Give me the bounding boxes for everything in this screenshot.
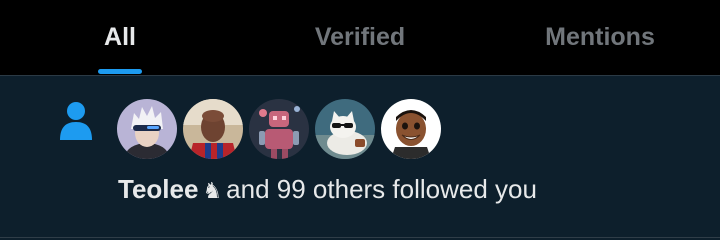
follow-notification[interactable] bbox=[0, 76, 720, 237]
row-divider bbox=[0, 237, 720, 238]
follower-avatar-1[interactable] bbox=[117, 99, 177, 159]
chess-knight-icon: ♞ bbox=[202, 178, 223, 203]
follower-avatar-5[interactable] bbox=[381, 99, 441, 159]
follower-avatar-4[interactable] bbox=[315, 99, 375, 159]
person-icon bbox=[60, 102, 92, 140]
active-tab-indicator bbox=[98, 69, 142, 74]
follower-name[interactable]: Teolee bbox=[118, 174, 198, 204]
tab-verified[interactable]: Verified bbox=[280, 0, 440, 75]
follower-avatar-3[interactable] bbox=[249, 99, 309, 159]
follower-avatar-2[interactable] bbox=[183, 99, 243, 159]
notification-message: and 99 others followed you bbox=[226, 174, 537, 204]
tab-mentions[interactable]: Mentions bbox=[520, 0, 680, 75]
tab-all[interactable]: All bbox=[40, 0, 200, 75]
notification-text: Teolee ♞ and 99 others followed you bbox=[118, 174, 537, 205]
notifications-tab-bar: All Verified Mentions bbox=[0, 0, 720, 76]
